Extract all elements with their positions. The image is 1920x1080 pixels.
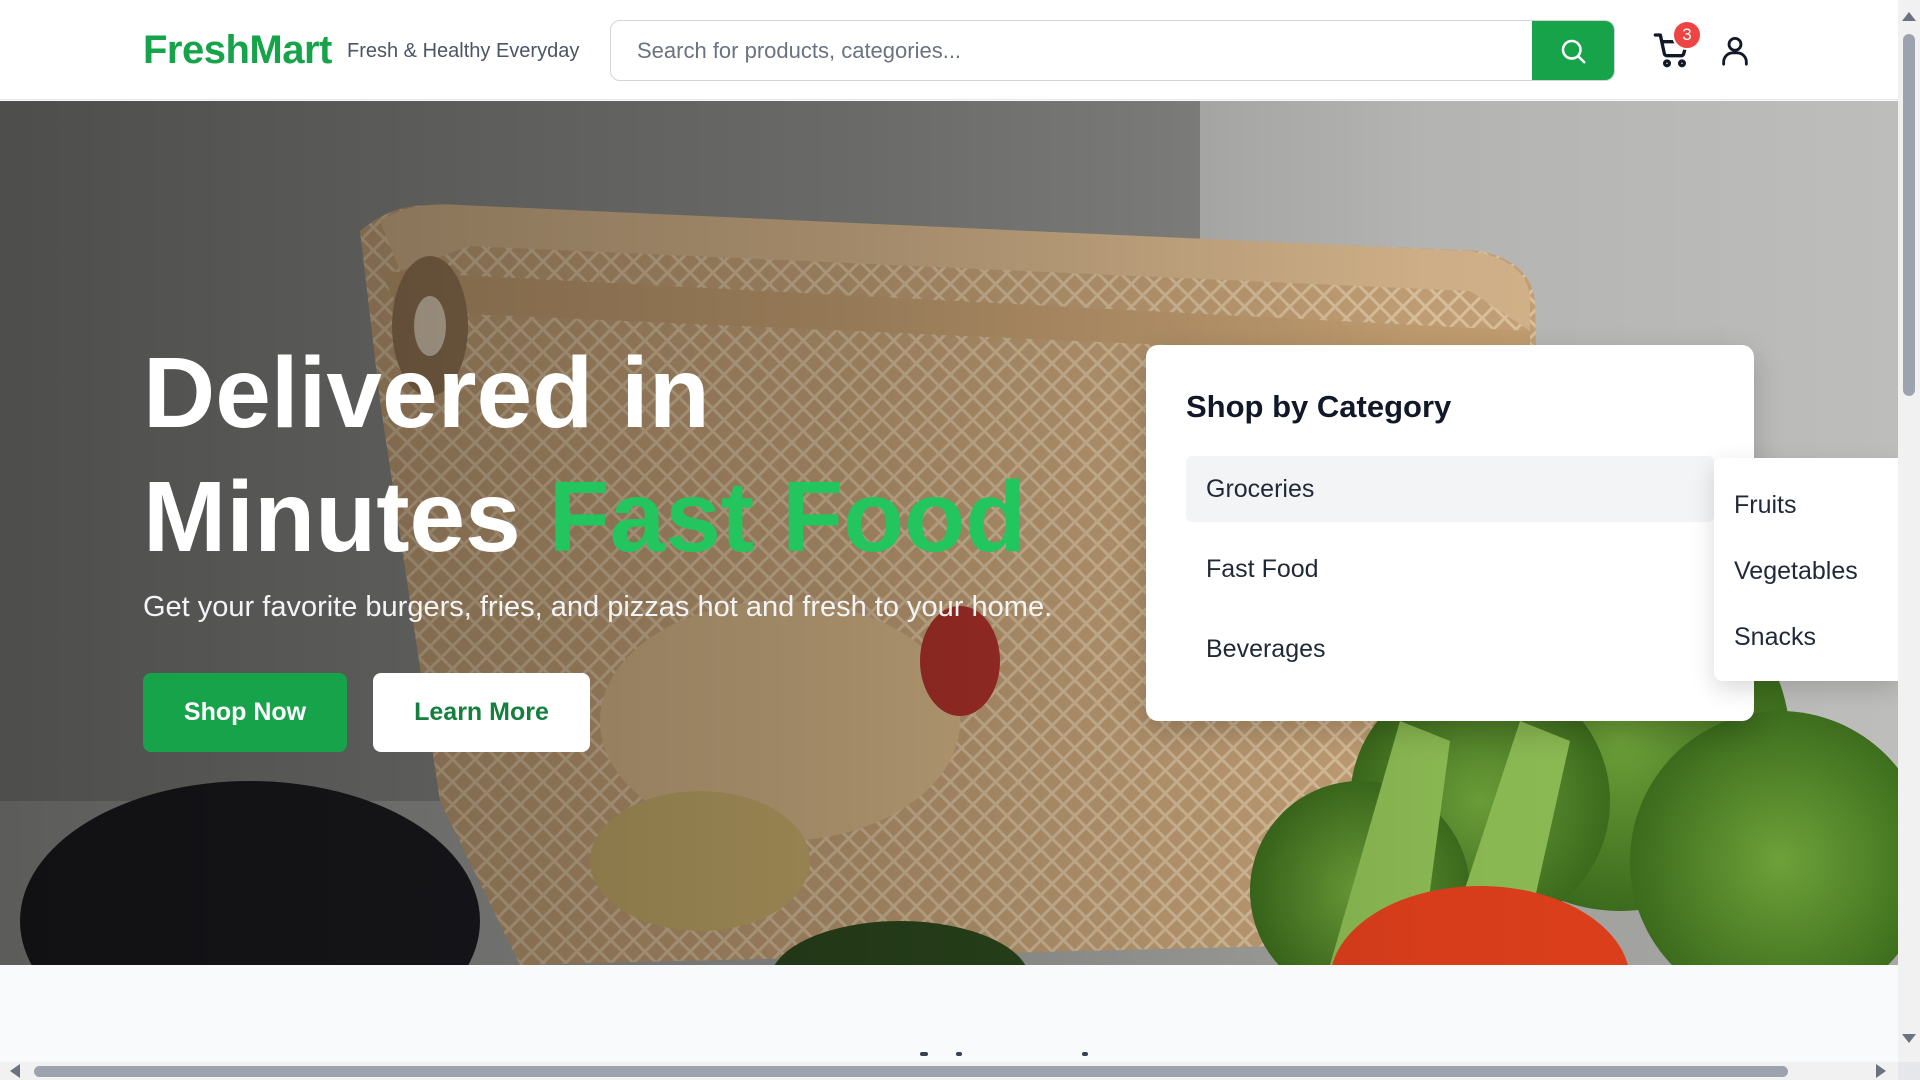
vertical-scroll-thumb[interactable] bbox=[1903, 34, 1915, 396]
scroll-right-arrow-icon[interactable] bbox=[1876, 1064, 1886, 1078]
category-submenu: Fruits Vegetables Snacks bbox=[1714, 458, 1898, 681]
shop-now-button[interactable]: Shop Now bbox=[143, 673, 347, 752]
hero-title-accent: Fast Food bbox=[548, 461, 1027, 573]
search-button[interactable] bbox=[1532, 21, 1614, 80]
hero-title: Delivered in Minutes Fast Food bbox=[143, 331, 1103, 579]
horizontal-scroll-thumb[interactable] bbox=[34, 1066, 1788, 1077]
vertical-scrollbar[interactable] bbox=[1898, 0, 1920, 1062]
category-item-groceries[interactable]: Groceries bbox=[1186, 456, 1714, 522]
search-bar bbox=[610, 20, 1615, 81]
scroll-down-arrow-icon[interactable] bbox=[1902, 1034, 1916, 1043]
cart-count-badge: 3 bbox=[1672, 20, 1702, 50]
horizontal-scrollbar[interactable] bbox=[0, 1062, 1898, 1080]
hero-subtitle: Get your favorite burgers, fries, and pi… bbox=[143, 591, 1053, 623]
submenu-item-vegetables[interactable]: Vegetables bbox=[1734, 546, 1898, 596]
scroll-up-arrow-icon[interactable] bbox=[1902, 12, 1916, 21]
scrollbar-corner bbox=[1898, 1062, 1920, 1080]
scroll-left-arrow-icon[interactable] bbox=[10, 1064, 20, 1078]
submenu-item-fruits[interactable]: Fruits bbox=[1734, 480, 1898, 530]
user-icon bbox=[1722, 36, 1748, 66]
search-icon bbox=[1561, 39, 1586, 63]
category-item-beverages[interactable]: Beverages bbox=[1186, 616, 1714, 682]
account-button[interactable] bbox=[1718, 32, 1752, 68]
category-menu-title: Shop by Category bbox=[1186, 389, 1452, 424]
search-input[interactable] bbox=[611, 21, 1533, 80]
tagline: Fresh & Healthy Everyday bbox=[347, 40, 580, 62]
hero-title-line1: Delivered in bbox=[143, 337, 710, 449]
top-header: FreshMart Fresh & Healthy Everyday Searc… bbox=[0, 0, 1898, 100]
category-menu: Shop by Category Groceries Fast Food Bev… bbox=[1146, 345, 1754, 721]
page: FreshMart Fresh & Healthy Everyday Searc… bbox=[0, 0, 1920, 1080]
learn-more-button[interactable]: Learn More bbox=[373, 673, 590, 752]
submenu-item-snacks[interactable]: Snacks bbox=[1734, 612, 1898, 662]
logo[interactable]: FreshMart bbox=[143, 28, 332, 73]
category-item-fast-food[interactable]: Fast Food bbox=[1186, 536, 1714, 602]
section-heading-peek bbox=[900, 1040, 1100, 1062]
viewport: FreshMart Fresh & Healthy Everyday Searc… bbox=[0, 0, 1898, 1062]
hero-title-line2: Minutes bbox=[143, 461, 521, 573]
